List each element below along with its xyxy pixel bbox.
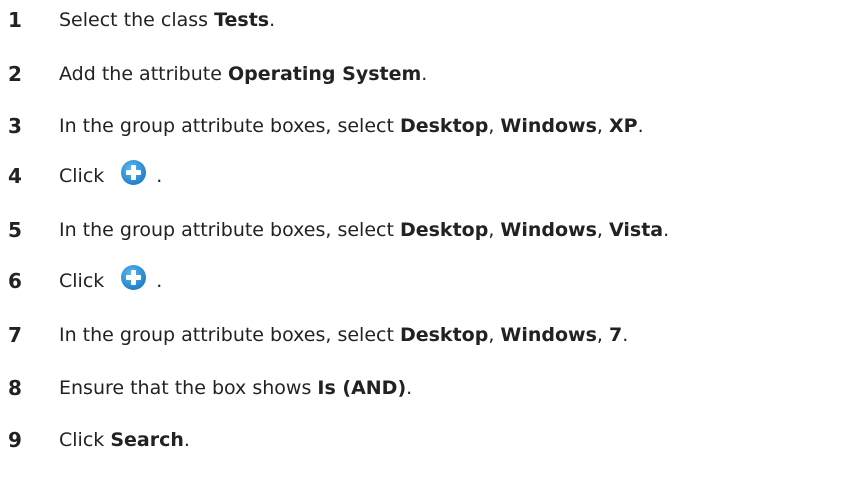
step-text-plain: Ensure that the box shows	[59, 377, 318, 399]
step-text: Click Search .	[59, 429, 190, 451]
step-text: Click .	[59, 264, 163, 295]
separator: ,	[488, 324, 501, 346]
step-text-plain: Click	[59, 270, 105, 292]
step-text-period: .	[622, 324, 629, 346]
step-number: 5	[8, 218, 22, 242]
separator: ,	[596, 324, 610, 346]
step-text-period: .	[421, 63, 428, 85]
step-text-period: .	[156, 270, 163, 292]
step-text-period: .	[156, 165, 163, 187]
separator: ,	[488, 115, 501, 137]
step-text: In the group attribute boxes, select Des…	[59, 324, 628, 346]
step-text: In the group attribute boxes, select Des…	[59, 115, 644, 137]
value-vista: Vista	[609, 219, 664, 241]
step-text-plain: In the group attribute boxes, select	[59, 324, 400, 346]
add-circle-icon	[120, 264, 147, 291]
value-is-and: Is (AND)	[317, 377, 407, 399]
separator: ,	[488, 219, 501, 241]
value-windows: Windows	[500, 324, 597, 346]
value-windows: Windows	[500, 219, 597, 241]
value-desktop: Desktop	[399, 324, 489, 346]
step-text-period: .	[269, 9, 276, 31]
value-xp: XP	[609, 115, 638, 137]
step-text-period: .	[637, 115, 644, 137]
button-name-search: Search	[110, 429, 184, 451]
step-text-plain: Select the class	[59, 9, 215, 31]
procedure-steps: 1 Select the class Tests . 2 Add the att…	[0, 0, 841, 481]
step-number: 1	[8, 8, 22, 32]
value-desktop: Desktop	[399, 115, 489, 137]
step-number: 8	[8, 376, 22, 400]
step-text-period: .	[183, 429, 190, 451]
step-text-plain: In the group attribute boxes, select	[59, 219, 400, 241]
step-text: Ensure that the box shows Is (AND) .	[59, 377, 412, 399]
step-number: 2	[8, 62, 22, 86]
step-number: 6	[8, 269, 22, 293]
step-text: Click .	[59, 159, 163, 190]
class-name-tests: Tests	[214, 9, 270, 31]
step-number: 4	[8, 164, 22, 188]
step-text-plain: In the group attribute boxes, select	[59, 115, 400, 137]
step-number: 3	[8, 114, 22, 138]
add-circle-icon	[120, 159, 147, 186]
value-windows: Windows	[500, 115, 597, 137]
separator: ,	[596, 115, 610, 137]
step-text-plain: Click	[59, 165, 105, 187]
step-text: Add the attribute Operating System .	[59, 63, 427, 85]
step-text-period: .	[406, 377, 413, 399]
value-desktop: Desktop	[399, 219, 489, 241]
step-text: Select the class Tests .	[59, 9, 275, 31]
step-number: 9	[8, 428, 22, 452]
step-text-plain: Click	[59, 429, 111, 451]
value-7: 7	[609, 324, 623, 346]
step-text: In the group attribute boxes, select Des…	[59, 219, 669, 241]
step-text-plain: Add the attribute	[59, 63, 228, 85]
step-number: 7	[8, 323, 22, 347]
separator: ,	[596, 219, 610, 241]
step-text-period: .	[663, 219, 670, 241]
attribute-name-operating-system: Operating System	[227, 63, 422, 85]
